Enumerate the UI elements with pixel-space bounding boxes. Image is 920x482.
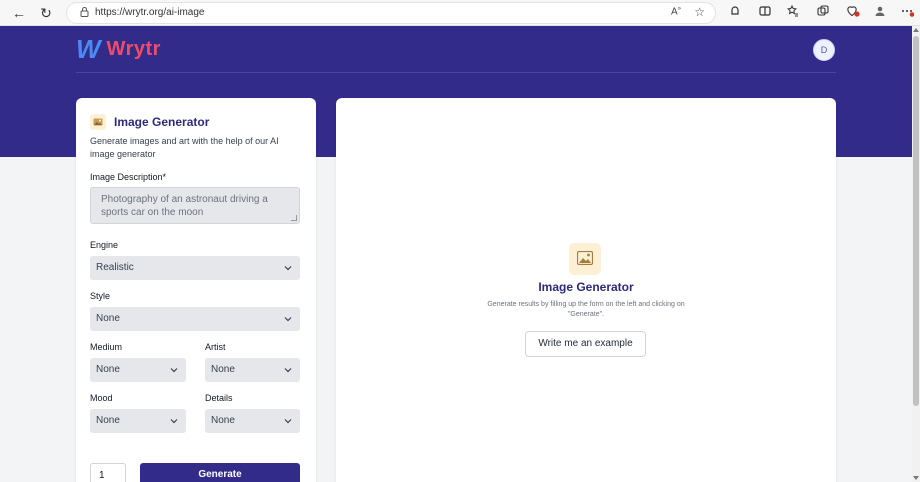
profile-icon[interactable]	[871, 4, 889, 22]
engine-label: Engine	[90, 240, 119, 250]
medium-label: Medium	[90, 342, 123, 352]
results-panel: Image Generator Generate results by fill…	[336, 98, 836, 482]
avatar[interactable]: D	[813, 39, 835, 61]
image-description-input[interactable]: Photography of an astronaut driving a sp…	[90, 187, 300, 224]
details-value: None	[211, 415, 235, 426]
more-menu-icon[interactable]	[898, 4, 916, 22]
style-label: Style	[90, 291, 111, 301]
read-aloud-icon[interactable]: A»	[671, 6, 681, 17]
chevron-down-icon	[284, 266, 292, 271]
image-generator-form: Image Generator Generate images and art …	[76, 98, 316, 482]
logo-name: Wrytr	[106, 37, 161, 60]
lock-icon	[77, 6, 91, 20]
form-description: Generate images and art with the help of…	[90, 136, 279, 159]
generate-button[interactable]: Generate	[140, 463, 300, 482]
image-icon	[90, 114, 106, 130]
style-select[interactable]: None	[90, 307, 300, 331]
page-scrollbar[interactable]	[912, 26, 920, 482]
style-value: None	[96, 313, 120, 324]
scroll-down-arrow-icon[interactable]	[913, 476, 919, 480]
medium-value: None	[96, 364, 120, 375]
chevron-down-icon	[284, 317, 292, 322]
image-icon	[569, 243, 601, 275]
header-divider	[76, 72, 836, 73]
favorites-icon[interactable]	[784, 4, 802, 22]
quantity-input[interactable]: 1	[90, 463, 126, 482]
mood-label: Mood	[90, 393, 113, 403]
scroll-thumb[interactable]	[913, 36, 919, 406]
form-title: Image Generator	[114, 115, 210, 129]
browser-toolbar: ← ↻ https://wrytr.org/ai-image A» ☆	[0, 0, 920, 26]
engine-select[interactable]: Realistic	[90, 256, 300, 280]
image-description-label: Image Description*	[90, 172, 167, 182]
artist-value: None	[211, 364, 235, 375]
reload-icon[interactable]: ↻	[37, 4, 55, 22]
write-example-button[interactable]: Write me an example	[525, 331, 646, 357]
scroll-up-arrow-icon[interactable]	[913, 28, 919, 32]
mood-value: None	[96, 415, 120, 426]
favorite-star-icon[interactable]: ☆	[694, 5, 705, 19]
details-label: Details	[205, 393, 233, 403]
extensions-icon[interactable]	[726, 4, 744, 22]
collections-icon[interactable]	[814, 4, 832, 22]
details-select[interactable]: None	[205, 409, 300, 433]
chevron-down-icon	[170, 419, 178, 424]
results-title: Image Generator	[538, 280, 634, 294]
url-text[interactable]: https://wrytr.org/ai-image	[95, 7, 204, 18]
engine-value: Realistic	[96, 262, 134, 273]
logo-mark: W	[76, 33, 101, 64]
artist-select[interactable]: None	[205, 358, 300, 382]
chevron-down-icon	[170, 368, 178, 373]
address-bar[interactable]: https://wrytr.org/ai-image A» ☆	[66, 2, 716, 24]
chevron-down-icon	[284, 368, 292, 373]
results-description: Generate results by filling up the form …	[487, 301, 685, 318]
artist-label: Artist	[205, 342, 226, 352]
image-description-placeholder: Photography of an astronaut driving a sp…	[101, 194, 268, 218]
browser-essentials-icon[interactable]	[844, 4, 862, 22]
split-screen-icon[interactable]	[756, 4, 774, 22]
mood-select[interactable]: None	[90, 409, 186, 433]
back-icon[interactable]: ←	[10, 4, 28, 22]
medium-select[interactable]: None	[90, 358, 186, 382]
resize-handle-icon[interactable]	[291, 215, 297, 221]
chevron-down-icon	[284, 419, 292, 424]
logo[interactable]: W Wrytr	[76, 33, 161, 64]
